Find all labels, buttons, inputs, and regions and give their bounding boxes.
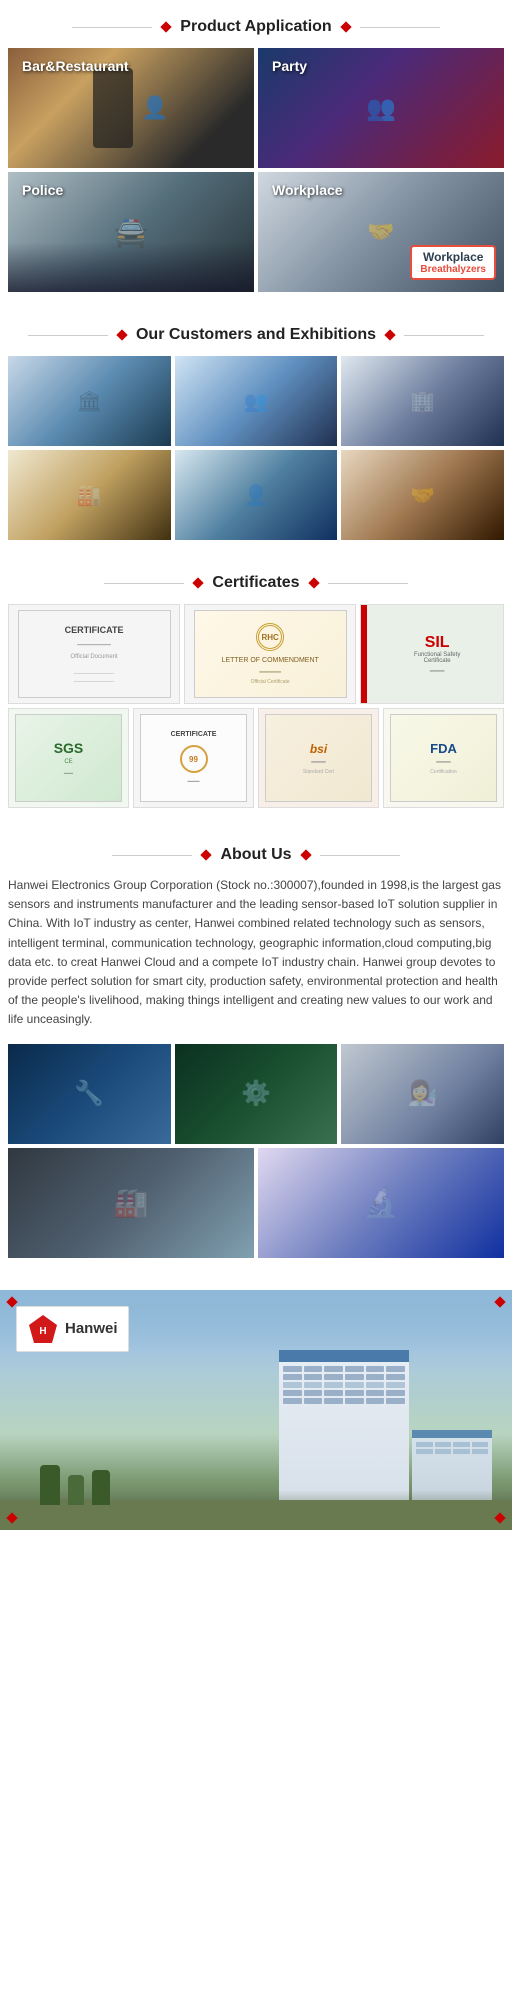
party-label: Party	[264, 54, 315, 78]
workplace-badge: Workplace Breathalyzers	[410, 245, 496, 280]
certificate-sil: SIL Functional SafetyCertificate ━━━━	[360, 604, 504, 704]
svg-text:H: H	[39, 1326, 46, 1337]
certificates-section: Certificates CERTIFICATE ━━━━━━━━ Offici…	[0, 556, 512, 828]
about-photo-1: 🔧	[8, 1044, 171, 1144]
header-line-right	[404, 335, 484, 336]
about-text: Hanwei Electronics Group Corporation (St…	[8, 876, 504, 1030]
bsi-text: bsi	[310, 742, 327, 756]
customers-title: Our Customers and Exhibitions	[136, 326, 376, 344]
gallery-item: 👥	[175, 356, 338, 446]
certificate-fda: FDA ━━━━ Certification	[383, 708, 504, 808]
product-item-police: 🚔 Police	[8, 172, 254, 292]
about-header: About Us	[0, 828, 512, 876]
certificate-2: RHC LETTER OF COMMENDMENT ━━━━━━ Officia…	[184, 604, 356, 704]
gallery-item: 🏛	[8, 356, 171, 446]
about-photo-4: 🏭	[8, 1148, 254, 1258]
header-line-left	[112, 855, 192, 856]
product-item-workplace: 🤝 Workplace Workplace Breathalyzers	[258, 172, 504, 292]
product-application-title: Product Application	[180, 18, 331, 36]
header-line-left	[72, 27, 152, 28]
certificate-bsi: bsi ━━━━ Standard Cert	[258, 708, 379, 808]
certificate-cert: CERTIFICATE 99 ━━━━	[133, 708, 254, 808]
header-line-right	[320, 855, 400, 856]
product-item-bar: 👤 Bar&Restaurant	[8, 48, 254, 168]
sgs-text: SGS	[54, 740, 84, 756]
about-section: About Us Hanwei Electronics Group Corpor…	[0, 828, 512, 1290]
about-top-photos: 🔧 ⚙️ 👩‍🔬	[8, 1044, 504, 1144]
fda-text: FDA	[430, 741, 457, 756]
hanwei-icon: H	[27, 1313, 59, 1345]
customers-header: Our Customers and Exhibitions	[0, 308, 512, 356]
product-application-section: Product Application 👤 Bar&Restaurant 👥 P…	[0, 0, 512, 308]
workplace-badge-line1: Workplace	[420, 250, 486, 264]
cert-text: CERTIFICATE ━━━━━━━━ Official Document _…	[65, 624, 124, 684]
about-photo-5: 🔬	[258, 1148, 504, 1258]
diamond-left	[161, 21, 172, 32]
product-application-header: Product Application	[0, 0, 512, 48]
diamond-left	[193, 577, 204, 588]
workplace-label: Workplace	[264, 178, 351, 202]
workplace-badge-line2: Breathalyzers	[420, 264, 486, 275]
certificates-grid: CERTIFICATE ━━━━━━━━ Official Document _…	[0, 604, 512, 828]
gallery-item: 🤝	[341, 450, 504, 540]
sil-label: SIL	[425, 634, 450, 652]
hanwei-logo: H Hanwei	[16, 1306, 129, 1352]
customers-section: Our Customers and Exhibitions 🏛 👥 🏢 🏭	[0, 308, 512, 556]
header-line-right	[328, 583, 408, 584]
building-section: H Hanwei	[0, 1290, 512, 1530]
about-bottom-photos: 🏭 🔬	[8, 1148, 504, 1258]
about-title: About Us	[220, 846, 291, 864]
customers-gallery: 🏛 👥 🏢 🏭 👤 🤝	[0, 356, 512, 556]
trees	[40, 1465, 110, 1505]
about-photo-3: 👩‍🔬	[341, 1044, 504, 1144]
police-label: Police	[14, 178, 71, 202]
diamond-right	[340, 21, 351, 32]
about-content: Hanwei Electronics Group Corporation (St…	[0, 876, 512, 1290]
bar-label: Bar&Restaurant	[14, 54, 137, 78]
product-grid: 👤 Bar&Restaurant 👥 Party 🚔 Police 🤝	[0, 48, 512, 308]
cert-seal: 99	[180, 745, 208, 773]
certificate-sgs: SGS CE ━━━	[8, 708, 129, 808]
diamond-left	[201, 849, 212, 860]
gallery-item: 🏭	[8, 450, 171, 540]
certificate-1: CERTIFICATE ━━━━━━━━ Official Document _…	[8, 604, 180, 704]
header-line-right	[360, 27, 440, 28]
diamond-right	[384, 329, 395, 340]
gallery-item: 🏢	[341, 356, 504, 446]
about-photo-2: ⚙️	[175, 1044, 338, 1144]
diamond-right	[308, 577, 319, 588]
header-line-left	[104, 583, 184, 584]
cert-row-1: CERTIFICATE ━━━━━━━━ Official Document _…	[8, 604, 504, 704]
hanwei-name: Hanwei	[65, 1320, 118, 1337]
diamond-left	[116, 329, 127, 340]
header-line-left	[28, 335, 108, 336]
certificates-title: Certificates	[212, 574, 299, 592]
cert-badge: RHC	[256, 623, 284, 651]
diamond-right	[300, 849, 311, 860]
cert-row-2: SGS CE ━━━ CERTIFICATE 99 ━━━━ bsi ━━━━	[8, 708, 504, 808]
certificates-header: Certificates	[0, 556, 512, 604]
product-item-party: 👥 Party	[258, 48, 504, 168]
gallery-item: 👤	[175, 450, 338, 540]
